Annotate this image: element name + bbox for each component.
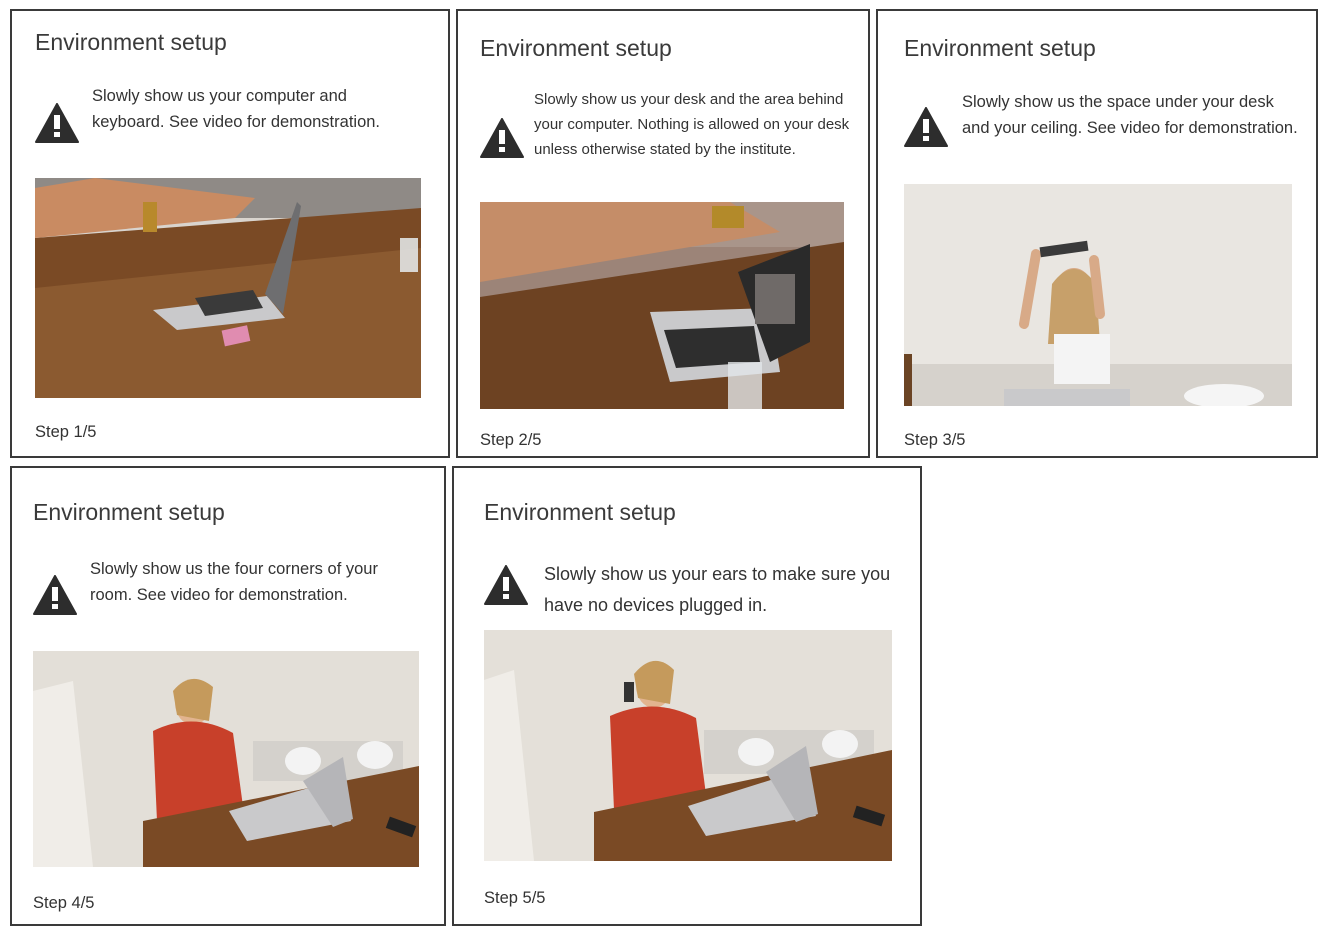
demo-photo: [33, 651, 419, 867]
demo-photo: [480, 202, 844, 409]
card-title: Environment setup: [35, 29, 227, 55]
step-card-3: Environment setup Slowly show us the spa…: [876, 9, 1318, 458]
instruction-text: Slowly show us the space under your desk…: [962, 93, 1298, 137]
step-card-5: Environment setup Slowly show us your ea…: [452, 466, 922, 926]
step-card-2: Environment setup Slowly show us your de…: [456, 9, 870, 458]
instruction-text: Slowly show us the four corners of your …: [90, 560, 378, 604]
card-title: Environment setup: [33, 499, 225, 525]
step-card-1: Environment setup Slowly show us your co…: [10, 9, 450, 458]
warning-triangle-icon: [480, 118, 524, 158]
warning-triangle-icon: [484, 565, 528, 605]
step-indicator: Step 5/5: [484, 889, 546, 907]
warning-triangle-icon: [33, 575, 77, 615]
step-indicator: Step 1/5: [35, 423, 97, 441]
instruction-text: Slowly show us your computer and keyboar…: [92, 87, 381, 131]
step-indicator: Step 3/5: [904, 431, 966, 449]
instruction-text: Slowly show us your desk and the area be…: [534, 91, 850, 158]
warning-triangle-icon: [904, 107, 948, 147]
card-title: Environment setup: [904, 35, 1096, 61]
instruction-text: Slowly show us your ears to make sure yo…: [544, 564, 891, 615]
warning-triangle-icon: [35, 103, 79, 143]
card-title: Environment setup: [484, 499, 676, 525]
step-card-4: Environment setup Slowly show us the fou…: [10, 466, 446, 926]
card-title: Environment setup: [480, 35, 672, 61]
demo-photo: [35, 178, 421, 398]
step-indicator: Step 4/5: [33, 894, 95, 912]
demo-photo: [484, 630, 892, 861]
step-indicator: Step 2/5: [480, 431, 542, 449]
demo-photo: [904, 184, 1292, 406]
